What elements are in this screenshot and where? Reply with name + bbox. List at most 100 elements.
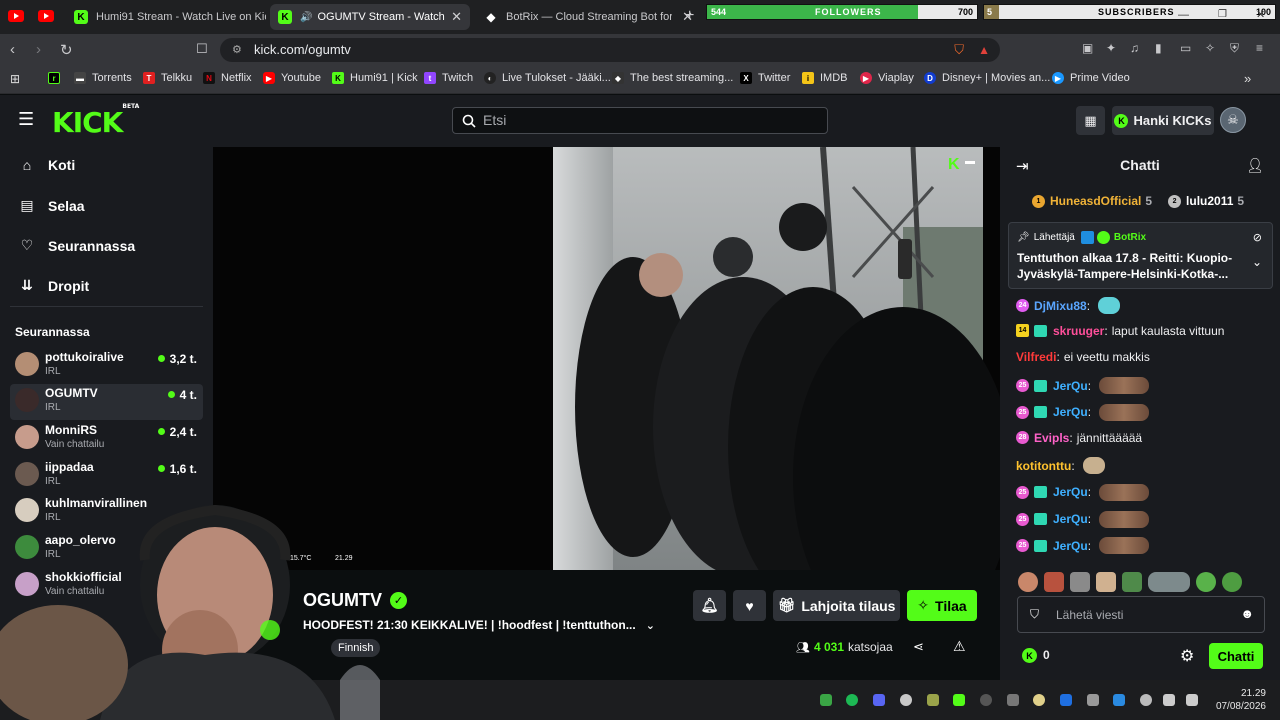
chat-username[interactable]: kotitonttu <box>1016 459 1071 473</box>
following-channel[interactable]: OGUMTV IRL 4 t. <box>10 384 203 420</box>
back-icon[interactable]: ‹ <box>10 41 15 58</box>
pepe-emote-icon[interactable] <box>1196 572 1216 592</box>
minimize-icon[interactable]: — <box>1178 9 1189 21</box>
hide-pinned-icon[interactable]: ⊘ <box>1253 231 1262 244</box>
emote-icon[interactable] <box>1099 403 1150 421</box>
emote-icon[interactable] <box>1096 572 1116 592</box>
kick-logo[interactable]: KICKBETA <box>52 103 139 139</box>
emoji-icon[interactable]: ☻ <box>1240 606 1254 621</box>
chat-username[interactable]: JerQu <box>1053 512 1088 526</box>
notifications-button[interactable]: 🔔︎ <box>693 590 726 621</box>
bookmark-viaplay[interactable]: ▶ Viaplay <box>860 72 914 84</box>
emote-icon[interactable] <box>1098 297 1121 314</box>
bookmark-telkku[interactable]: T Telkku <box>143 72 192 84</box>
bookmark-live-tulokset[interactable]: ◐ Live Tulokset - Jääki... <box>484 72 611 84</box>
bookmark-twitter[interactable]: X Twitter <box>740 72 790 84</box>
emote-icon[interactable] <box>1122 572 1142 592</box>
extensions-icon[interactable]: ✦ <box>1106 41 1116 55</box>
following-channel[interactable]: MonniRS Vain chattailu 2,4 t. <box>10 421 203 457</box>
nav-browse[interactable]: ▤ Selaa <box>18 197 84 214</box>
volume-icon[interactable] <box>1186 694 1198 706</box>
tray-app-icon[interactable] <box>1033 694 1045 706</box>
emote-icon[interactable] <box>1044 572 1064 592</box>
microphone-icon[interactable] <box>1140 694 1152 706</box>
emote-icon[interactable] <box>1070 572 1090 592</box>
discord-icon[interactable] <box>873 694 885 706</box>
bookmark-torrents[interactable]: ▬ Torrents <box>74 72 132 84</box>
bluetooth-icon[interactable] <box>1060 694 1072 706</box>
subscribe-button[interactable]: ✧ Tilaa <box>907 590 977 621</box>
gift-sub-button[interactable]: 🎁︎ Lahjoita tilaus <box>773 590 900 621</box>
chat-message[interactable]: kotitonttu: <box>1016 457 1105 475</box>
chat-username[interactable]: JerQu <box>1053 405 1088 419</box>
following-channel[interactable]: aapo_olervo IRL <box>10 531 203 567</box>
sidebar-icon[interactable]: ▮ <box>1155 41 1162 55</box>
maximize-icon[interactable]: ❐ <box>1218 9 1227 20</box>
tray-app-icon[interactable] <box>927 694 939 706</box>
nav-home[interactable]: ⌂ Koti <box>18 157 75 173</box>
hamburger-menu-icon[interactable]: ☰ <box>18 109 34 130</box>
chat-username[interactable]: JerQu <box>1053 485 1088 499</box>
chat-message[interactable]: 28 Evipls: jännittäääää <box>1016 431 1142 445</box>
tray-app-icon[interactable] <box>820 694 832 706</box>
close-tab-icon[interactable]: ✕ <box>445 9 462 25</box>
chat-message[interactable]: 25 JerQu: <box>1016 510 1150 528</box>
new-tab-icon[interactable]: + <box>685 7 694 25</box>
wifi-icon[interactable] <box>1163 694 1175 706</box>
menu-icon[interactable]: ≡ <box>1256 41 1263 55</box>
clock[interactable]: 21.29 07/08/2026 <box>1206 687 1266 713</box>
chat-settings-icon[interactable]: ⚙ <box>1180 646 1194 666</box>
following-channel[interactable]: pottukoiralive IRL 3,2 t. <box>10 348 203 384</box>
report-icon[interactable]: ⚠ <box>953 638 966 655</box>
bookmark-streaming[interactable]: ◆ The best streaming... <box>612 72 733 84</box>
chat-username[interactable]: skruuger <box>1053 324 1104 338</box>
site-info-icon[interactable]: ⚙ <box>232 38 242 62</box>
url-field[interactable]: ⚙ kick.com/ogumtv ⛉ ▲ <box>220 38 1000 62</box>
search-input[interactable]: Etsi <box>452 107 828 134</box>
bookmark-icon[interactable]: ☐ <box>196 41 208 57</box>
send-chat-button[interactable]: Chatti <box>1209 643 1263 669</box>
youtube-pinned-tab-1[interactable] <box>8 9 24 27</box>
wallet-icon[interactable]: ▭ <box>1180 41 1191 55</box>
spotify-icon[interactable] <box>846 694 858 706</box>
following-channel[interactable]: kuhlmanvirallinen IRL <box>10 494 203 530</box>
following-channel[interactable]: iippadaa IRL 1,6 t. <box>10 458 203 494</box>
emote-icon[interactable] <box>1099 377 1150 395</box>
bookmark-disney[interactable]: D Disney+ | Movies an... <box>924 72 1050 84</box>
nav-drops[interactable]: ⇊ Dropit <box>18 277 89 294</box>
close-window-icon[interactable]: ✕ <box>1256 8 1265 21</box>
apps-grid-icon[interactable]: ⊞ <box>10 72 20 86</box>
forward-icon[interactable]: › <box>36 41 41 58</box>
chat-message[interactable]: Vilfredi: ei veettu makkis <box>1016 350 1150 364</box>
share-icon[interactable]: ⋖ <box>913 639 924 655</box>
chat-username[interactable]: DjMixu88 <box>1034 299 1087 313</box>
kicks-coin-icon[interactable]: K <box>1022 648 1037 663</box>
emote-icon[interactable] <box>1018 572 1038 592</box>
chat-message[interactable]: 24 DjMixu88: <box>1016 297 1121 314</box>
cloud-icon[interactable] <box>900 694 912 706</box>
bookmark-kick[interactable]: r <box>48 72 66 84</box>
brave-rewards-icon[interactable]: ▲ <box>978 38 990 62</box>
emote-icon[interactable] <box>1148 572 1190 592</box>
chevron-down-icon[interactable]: ⌄ <box>646 619 655 632</box>
pinned-message[interactable]: 📌︎ Lähettäjä BotRix ⊘ Tenttuthon alkaa 1… <box>1008 222 1273 289</box>
youtube-pinned-tab-2[interactable] <box>38 9 54 27</box>
channel-name-heading[interactable]: OGUMTV ✓ <box>303 590 407 611</box>
chat-username[interactable]: Evipls <box>1034 431 1069 445</box>
vpn-icon[interactable]: ⛨ <box>1230 41 1239 56</box>
bookmark-netflix[interactable]: N Netflix <box>203 72 252 84</box>
get-kicks-button[interactable]: K Hanki KICKs <box>1112 106 1214 135</box>
bookmark-twitch[interactable]: t Twitch <box>424 72 473 84</box>
chat-message[interactable]: 25 JerQu: <box>1016 403 1150 421</box>
emote-icon[interactable] <box>1099 483 1150 501</box>
media-icon[interactable]: ♫ <box>1130 41 1139 55</box>
emote-icon[interactable] <box>1099 510 1150 528</box>
stream-title[interactable]: HOODFEST! 21:30 KEIKKALIVE! | !hoodfest … <box>303 618 655 632</box>
leo-icon[interactable]: ✧ <box>1205 41 1215 55</box>
more-bookmarks-icon[interactable]: » <box>1244 71 1251 86</box>
video-player[interactable]: K <box>213 147 1000 570</box>
follow-button[interactable]: ♥ <box>733 590 766 621</box>
chat-input[interactable]: ⛉ Lähetä viesti ☻ <box>1017 596 1265 633</box>
user-avatar[interactable]: ☠ <box>1220 107 1246 133</box>
nav-following[interactable]: ♡ Seurannassa <box>18 237 135 254</box>
